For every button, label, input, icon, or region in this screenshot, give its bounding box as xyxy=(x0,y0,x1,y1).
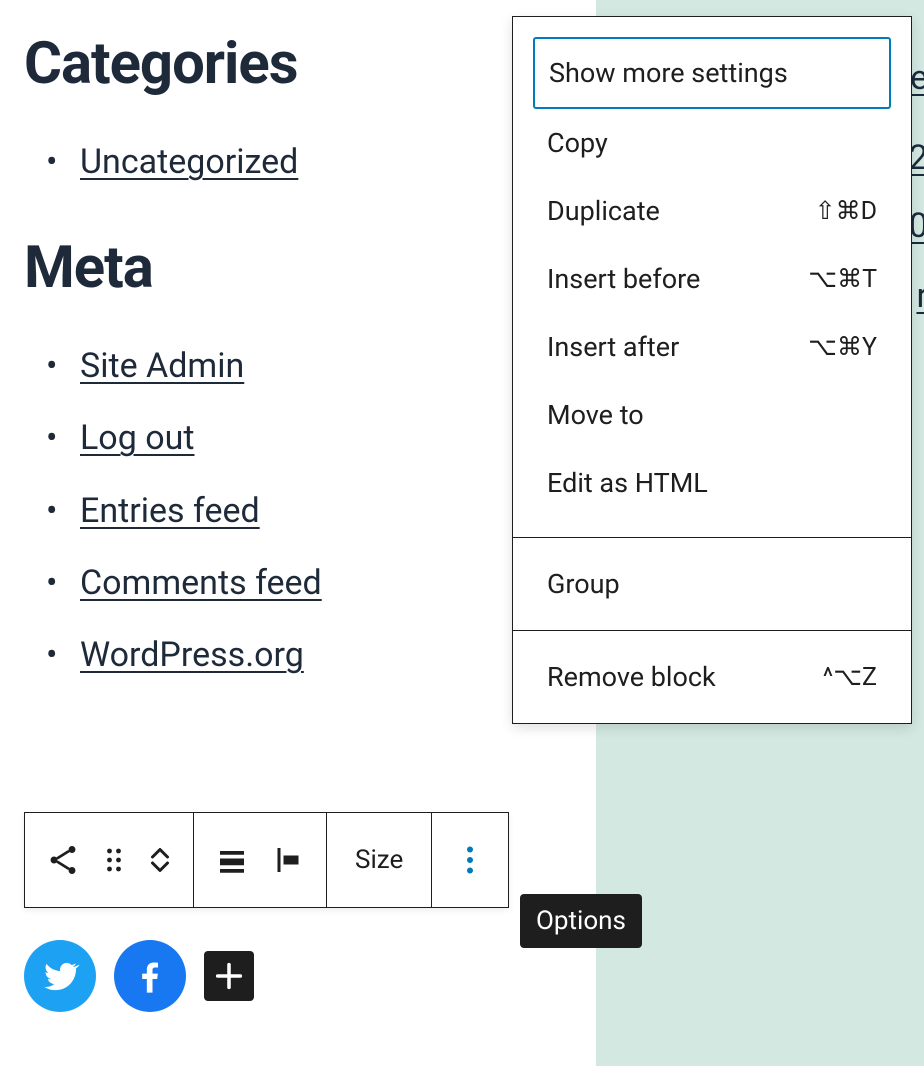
menu-item-show-more-settings[interactable]: Show more settings xyxy=(533,37,891,109)
menu-item-insert-after[interactable]: Insert after ⌥⌘Y xyxy=(533,313,891,381)
meta-link-comments-feed[interactable]: Comments feed xyxy=(80,563,322,603)
toolbar-group-size: Size xyxy=(327,813,432,907)
menu-item-shortcut: ⌥⌘Y xyxy=(808,332,877,362)
block-options-menu: Show more settings Copy Duplicate ⇧⌘D In… xyxy=(512,16,912,724)
meta-link-site-admin[interactable]: Site Admin xyxy=(80,346,244,386)
menu-item-label: Insert before xyxy=(547,263,700,295)
menu-item-label: Group xyxy=(547,568,620,600)
menu-item-copy[interactable]: Copy xyxy=(533,109,891,177)
social-links-block xyxy=(24,940,254,1012)
toolbar-group-block xyxy=(25,813,194,907)
menu-item-label: Remove block xyxy=(547,661,716,693)
toolbar-group-align xyxy=(194,813,327,907)
menu-item-edit-html[interactable]: Edit as HTML xyxy=(533,449,891,517)
menu-item-label: Move to xyxy=(547,399,644,431)
block-toolbar: Size xyxy=(24,812,509,908)
facebook-icon xyxy=(130,956,170,996)
menu-item-label: Duplicate xyxy=(547,195,660,227)
menu-item-shortcut: ⌥⌘T xyxy=(808,264,877,294)
share-icon xyxy=(45,842,81,878)
menu-item-shortcut: ^⌥Z xyxy=(823,662,877,692)
menu-item-insert-before[interactable]: Insert before ⌥⌘T xyxy=(533,245,891,313)
add-block-button[interactable] xyxy=(204,951,254,1001)
move-buttons[interactable] xyxy=(137,832,183,888)
menu-item-shortcut: ⇧⌘D xyxy=(815,196,877,226)
menu-section: Group xyxy=(513,538,911,630)
align-left-icon xyxy=(270,842,306,878)
twitter-icon xyxy=(40,956,80,996)
justify-button[interactable] xyxy=(204,832,260,888)
edge-fragment: e xyxy=(910,58,924,98)
options-tooltip: Options xyxy=(520,894,642,948)
meta-link-entries-feed[interactable]: Entries feed xyxy=(80,491,260,531)
drag-icon xyxy=(96,842,132,878)
menu-item-label: Copy xyxy=(547,127,608,159)
size-button[interactable]: Size xyxy=(337,832,421,888)
menu-item-label: Show more settings xyxy=(549,57,788,89)
align-button[interactable] xyxy=(260,832,316,888)
chevron-up-down-icon xyxy=(142,842,178,878)
menu-item-group[interactable]: Group xyxy=(533,550,891,618)
more-options-button[interactable] xyxy=(442,832,498,888)
menu-item-label: Edit as HTML xyxy=(547,467,708,499)
menu-section: Show more settings Copy Duplicate ⇧⌘D In… xyxy=(513,17,911,537)
menu-item-move-to[interactable]: Move to xyxy=(533,381,891,449)
menu-item-label: Insert after xyxy=(547,331,679,363)
justify-icon xyxy=(214,842,250,878)
block-type-button[interactable] xyxy=(35,832,91,888)
category-link[interactable]: Uncategorized xyxy=(80,142,298,182)
plus-icon xyxy=(212,959,246,993)
menu-item-remove-block[interactable]: Remove block ^⌥Z xyxy=(533,643,891,711)
facebook-button[interactable] xyxy=(114,940,186,1012)
meta-link-wordpress[interactable]: WordPress.org xyxy=(80,635,304,675)
toolbar-group-more xyxy=(432,813,508,907)
menu-section: Remove block ^⌥Z xyxy=(513,631,911,723)
menu-item-duplicate[interactable]: Duplicate ⇧⌘D xyxy=(533,177,891,245)
drag-handle[interactable] xyxy=(91,832,137,888)
edge-fragment: r xyxy=(916,276,924,316)
meta-link-logout[interactable]: Log out xyxy=(80,418,194,458)
twitter-button[interactable] xyxy=(24,940,96,1012)
more-vertical-icon xyxy=(452,842,488,878)
